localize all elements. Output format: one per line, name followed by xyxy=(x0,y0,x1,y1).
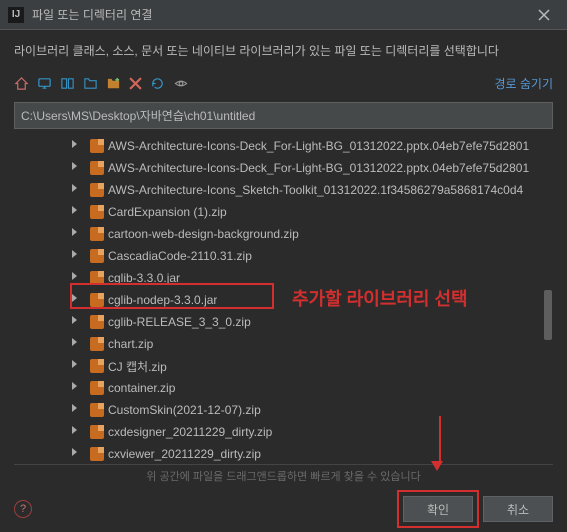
chevron-right-icon[interactable] xyxy=(72,404,77,412)
chevron-right-icon[interactable] xyxy=(72,250,77,258)
file-name-label: cglib-RELEASE_3_3_0.zip xyxy=(108,315,251,329)
new-folder-icon[interactable] xyxy=(106,76,121,91)
chevron-right-icon[interactable] xyxy=(72,294,77,302)
file-row[interactable]: cglib-nodep-3.3.0.jar xyxy=(14,289,553,311)
file-row[interactable]: cartoon-web-design-background.zip xyxy=(14,223,553,245)
chevron-right-icon[interactable] xyxy=(72,162,77,170)
delete-icon[interactable] xyxy=(129,77,142,90)
archive-file-icon xyxy=(90,271,104,285)
help-icon[interactable]: ? xyxy=(14,500,32,518)
file-name-label: CJ 캡처.zip xyxy=(108,358,167,375)
file-tree[interactable]: AWS-Architecture-Icons-Deck_For-Light-BG… xyxy=(14,135,553,465)
file-row[interactable]: cxviewer_20211229_dirty.zip xyxy=(14,443,553,465)
archive-file-icon xyxy=(90,183,104,197)
chevron-right-icon[interactable] xyxy=(72,448,77,456)
file-name-label: AWS-Architecture-Icons_Sketch-Toolkit_01… xyxy=(108,183,523,197)
file-name-label: cglib-3.3.0.jar xyxy=(108,271,180,285)
file-name-label: AWS-Architecture-Icons-Deck_For-Light-BG… xyxy=(108,139,529,153)
chevron-right-icon[interactable] xyxy=(72,382,77,390)
refresh-icon[interactable] xyxy=(150,76,165,91)
project-icon[interactable] xyxy=(60,76,75,91)
archive-file-icon xyxy=(90,139,104,153)
file-name-label: CardExpansion (1).zip xyxy=(108,205,227,219)
chevron-right-icon[interactable] xyxy=(72,228,77,236)
archive-file-icon xyxy=(90,381,104,395)
file-row[interactable]: CJ 캡처.zip xyxy=(14,355,553,377)
file-row[interactable]: cglib-RELEASE_3_3_0.zip xyxy=(14,311,553,333)
dialog-title: 파일 또는 디렉터리 연결 xyxy=(32,6,529,23)
close-icon xyxy=(538,9,550,21)
file-row[interactable]: CardExpansion (1).zip xyxy=(14,201,553,223)
archive-file-icon xyxy=(90,425,104,439)
file-row[interactable]: CustomSkin(2021-12-07).zip xyxy=(14,399,553,421)
chevron-right-icon[interactable] xyxy=(72,184,77,192)
file-row[interactable]: AWS-Architecture-Icons_Sketch-Toolkit_01… xyxy=(14,179,553,201)
dialog-footer: ? 확인 취소 xyxy=(0,490,567,532)
archive-file-icon xyxy=(90,315,104,329)
archive-file-icon xyxy=(90,359,104,373)
desktop-icon[interactable] xyxy=(37,76,52,91)
archive-file-icon xyxy=(90,161,104,175)
file-row[interactable]: container.zip xyxy=(14,377,553,399)
file-name-label: cartoon-web-design-background.zip xyxy=(108,227,299,241)
file-row[interactable]: AWS-Architecture-Icons-Deck_For-Light-BG… xyxy=(14,157,553,179)
toolbar: 경로 숨기기 xyxy=(0,71,567,98)
chevron-right-icon[interactable] xyxy=(72,338,77,346)
chevron-right-icon[interactable] xyxy=(72,140,77,148)
file-name-label: chart.zip xyxy=(108,337,153,351)
file-name-label: CustomSkin(2021-12-07).zip xyxy=(108,403,261,417)
chevron-right-icon[interactable] xyxy=(72,316,77,324)
ok-button[interactable]: 확인 xyxy=(403,496,473,522)
drag-drop-hint: 위 공간에 파일을 드래그앤드롭하면 빠르게 찾을 수 있습니다 xyxy=(0,465,567,490)
file-row[interactable]: CascadiaCode-2110.31.zip xyxy=(14,245,553,267)
hide-path-link[interactable]: 경로 숨기기 xyxy=(494,75,553,92)
file-row[interactable]: AWS-Architecture-Icons-Deck_For-Light-BG… xyxy=(14,135,553,157)
archive-file-icon xyxy=(90,403,104,417)
file-name-label: container.zip xyxy=(108,381,175,395)
file-name-label: AWS-Architecture-Icons-Deck_For-Light-BG… xyxy=(108,161,529,175)
chevron-right-icon[interactable] xyxy=(72,206,77,214)
show-hidden-icon[interactable] xyxy=(173,76,189,91)
close-button[interactable] xyxy=(529,0,559,30)
chevron-right-icon[interactable] xyxy=(72,360,77,368)
archive-file-icon xyxy=(90,205,104,219)
file-row[interactable]: chart.zip xyxy=(14,333,553,355)
archive-file-icon xyxy=(90,227,104,241)
file-name-label: cxviewer_20211229_dirty.zip xyxy=(108,447,261,461)
archive-file-icon xyxy=(90,447,104,461)
app-icon: IJ xyxy=(8,7,24,23)
chevron-right-icon[interactable] xyxy=(72,426,77,434)
module-icon[interactable] xyxy=(83,76,98,91)
path-input[interactable]: C:\Users\MS\Desktop\자바연습\ch01\untitled xyxy=(14,102,553,129)
file-row[interactable]: cglib-3.3.0.jar xyxy=(14,267,553,289)
archive-file-icon xyxy=(90,249,104,263)
file-row[interactable]: cxdesigner_20211229_dirty.zip xyxy=(14,421,553,443)
chevron-right-icon[interactable] xyxy=(72,272,77,280)
file-name-label: CascadiaCode-2110.31.zip xyxy=(108,249,252,263)
archive-file-icon xyxy=(90,337,104,351)
cancel-button[interactable]: 취소 xyxy=(483,496,553,522)
file-name-label: cxdesigner_20211229_dirty.zip xyxy=(108,425,272,439)
home-icon[interactable] xyxy=(14,76,29,91)
file-name-label: cglib-nodep-3.3.0.jar xyxy=(108,293,217,307)
title-bar: IJ 파일 또는 디렉터리 연결 xyxy=(0,0,567,30)
instructions-text: 라이브러리 클래스, 소스, 문서 또는 네이티브 라이브러리가 있는 파일 또… xyxy=(0,30,567,71)
archive-file-icon xyxy=(90,293,104,307)
